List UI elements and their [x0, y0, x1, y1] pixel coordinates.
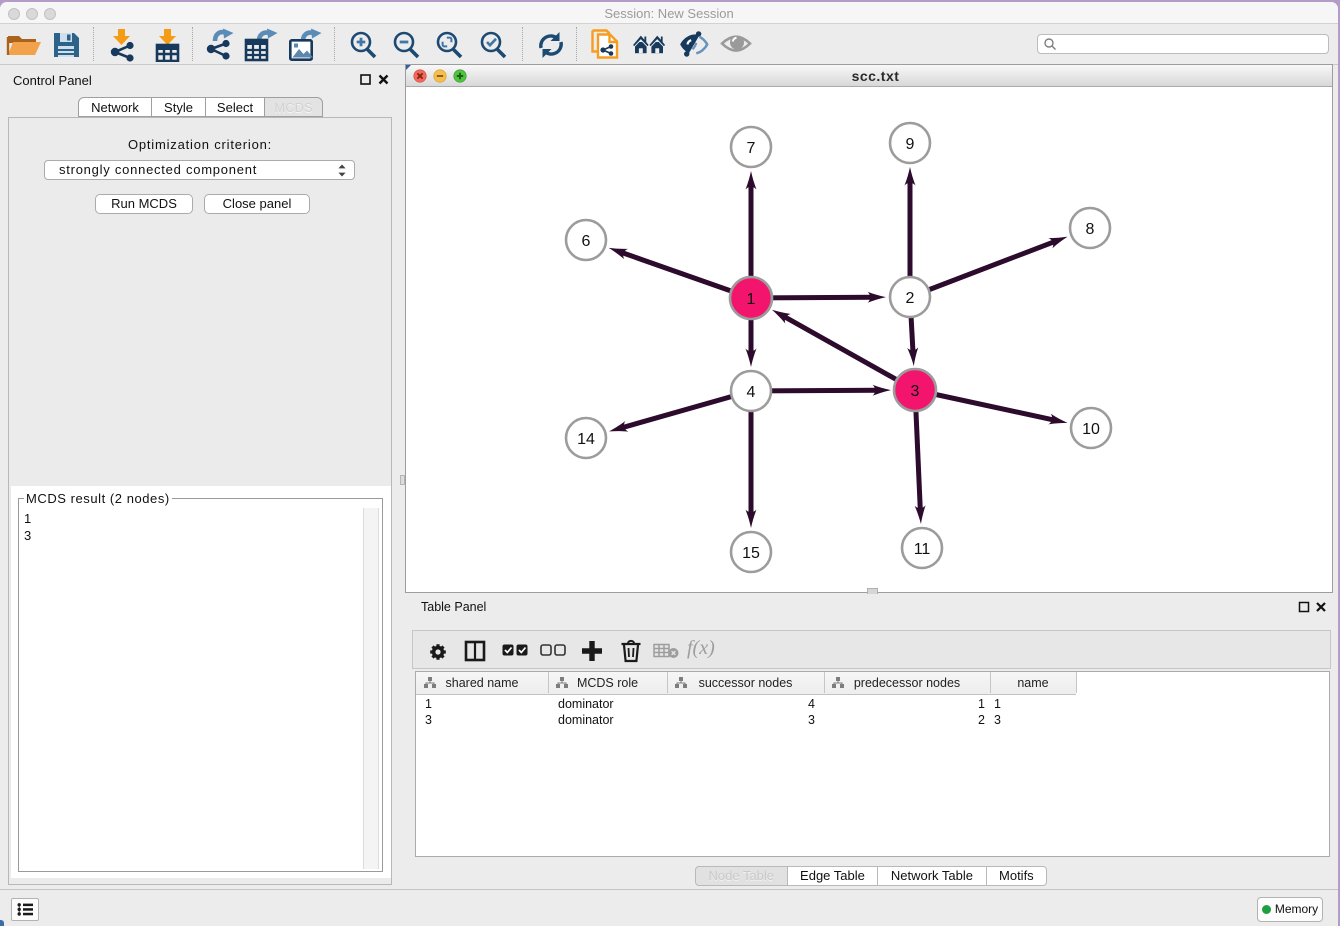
svg-text:10: 10 [1082, 421, 1100, 438]
svg-text:11: 11 [914, 541, 931, 558]
svg-text:2: 2 [906, 290, 915, 307]
svg-text:1: 1 [747, 291, 756, 308]
svg-text:3: 3 [911, 383, 920, 400]
svg-text:14: 14 [577, 431, 595, 448]
svg-text:6: 6 [582, 233, 591, 250]
svg-text:9: 9 [906, 136, 915, 153]
svg-text:4: 4 [747, 384, 756, 401]
svg-text:15: 15 [742, 545, 760, 562]
svg-text:7: 7 [747, 140, 756, 157]
svg-text:8: 8 [1086, 221, 1095, 238]
